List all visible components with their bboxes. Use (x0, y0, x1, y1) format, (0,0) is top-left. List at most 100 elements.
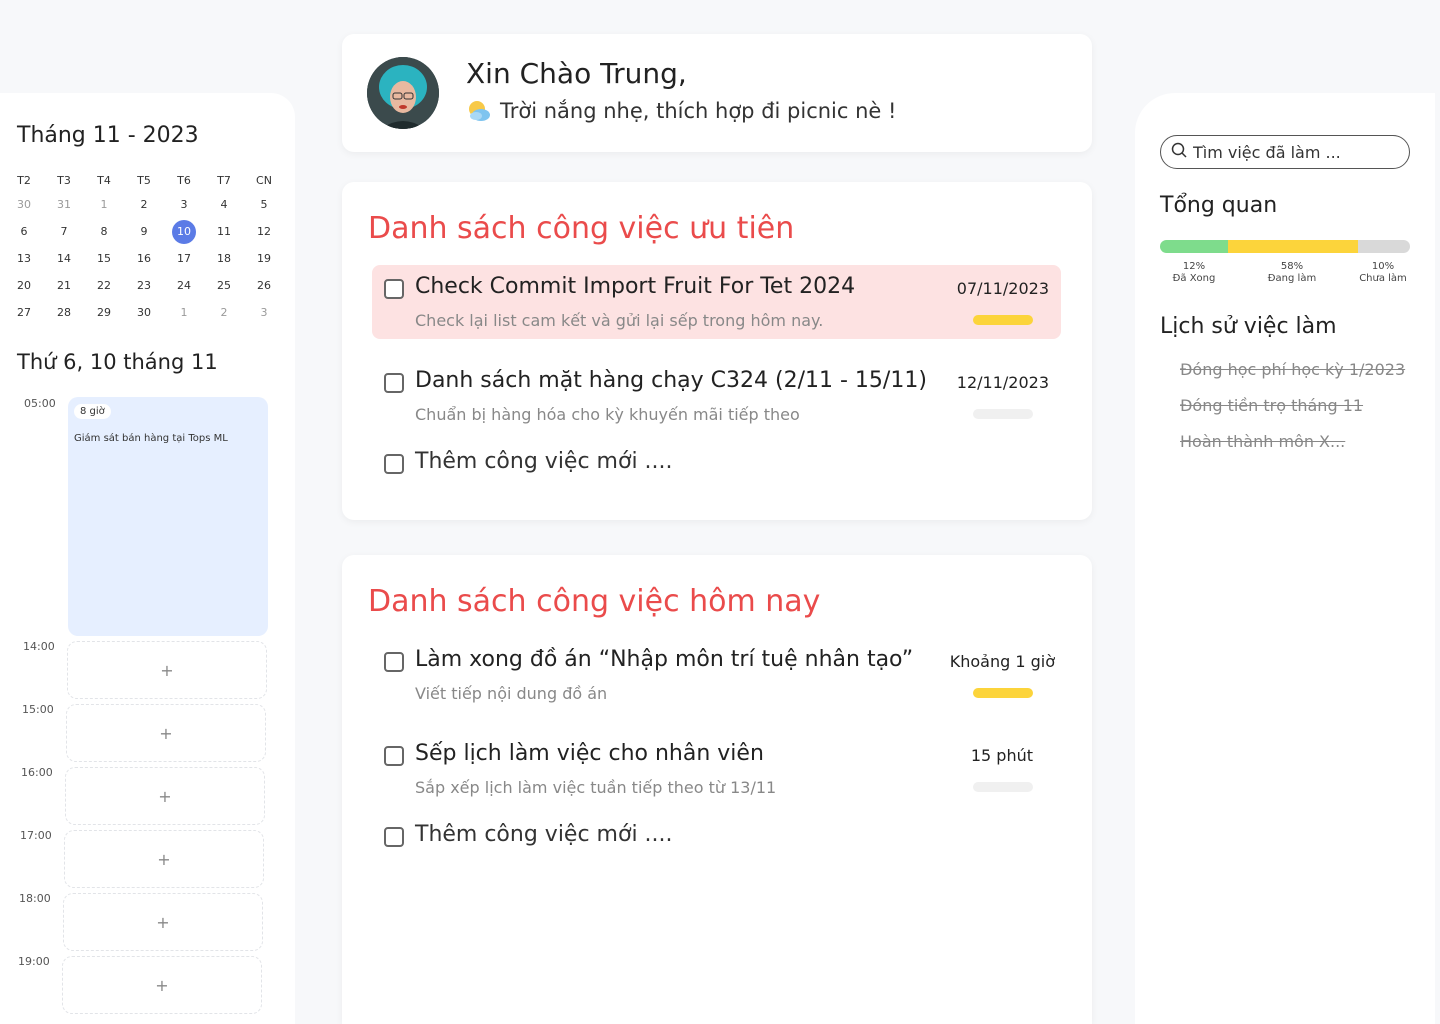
add-slot-button[interactable]: + (62, 956, 262, 1014)
time-label: 18:00 (19, 892, 51, 905)
calendar-panel: Tháng 11 - 2023 T2 T3 T4 T5 T6 T7 CN 30 31 1 2 3 4 5… (0, 93, 295, 1024)
history-item[interactable]: Hoàn thành môn X... (1180, 432, 1345, 451)
task-item[interactable]: Check Commit Import Fruit For Tet 2024 C… (372, 265, 1061, 339)
calendar-day[interactable]: 23 (124, 272, 164, 299)
calendar-day[interactable]: 7 (44, 218, 84, 245)
schedule-day-title: Thứ 6, 10 tháng 11 (17, 350, 218, 374)
calendar-day[interactable]: 5 (244, 191, 284, 218)
greeting-title: Xin Chào Trung, (466, 57, 687, 90)
task-title: Danh sách mặt hàng chạy C324 (2/11 - 15/… (415, 368, 927, 393)
calendar-day[interactable]: 1 (164, 299, 204, 326)
calendar-day[interactable]: 17 (164, 245, 204, 272)
calendar-day[interactable]: 8 (84, 218, 124, 245)
task-title: Sếp lịch làm việc cho nhân viên (415, 741, 764, 766)
weekday-label: T2 (17, 173, 31, 187)
add-slot-button[interactable]: + (66, 704, 266, 762)
calendar-day[interactable]: 1 (84, 191, 124, 218)
calendar-day[interactable]: 2 (204, 299, 244, 326)
overview-progress-bar (1160, 240, 1410, 253)
calendar-day[interactable]: 31 (44, 191, 84, 218)
calendar-day[interactable]: 2 (124, 191, 164, 218)
task-subtitle: Check lại list cam kết và gửi lại sếp tr… (415, 311, 824, 330)
calendar-day[interactable]: 20 (4, 272, 44, 299)
weekday-label: T5 (137, 173, 151, 187)
task-checkbox[interactable] (384, 373, 404, 393)
calendar-day[interactable]: 29 (84, 299, 124, 326)
task-progress-bar (973, 688, 1033, 698)
weather-text: Trời nắng nhẹ, thích hợp đi picnic nè ! (500, 99, 897, 123)
task-subtitle: Sắp xếp lịch làm việc tuần tiếp theo từ … (415, 778, 777, 797)
calendar-day[interactable]: 30 (124, 299, 164, 326)
task-due-date: 07/11/2023 (956, 279, 1049, 298)
calendar-day[interactable]: 12 (244, 218, 284, 245)
calendar-day[interactable]: 9 (124, 218, 164, 245)
overview-title: Tổng quan (1160, 193, 1278, 218)
overview-segment (1160, 240, 1228, 253)
task-item[interactable]: Làm xong đồ án “Nhập môn trí tuệ nhân tạ… (372, 638, 1061, 712)
task-checkbox[interactable] (384, 652, 404, 672)
overview-segment (1357, 240, 1410, 253)
calendar-day[interactable]: 25 (204, 272, 244, 299)
search-input[interactable] (1193, 142, 1393, 162)
add-task-label: Thêm công việc mới .... (415, 449, 673, 474)
add-task-button[interactable]: Thêm công việc mới .... (372, 813, 1061, 857)
time-label: 05:00 (24, 397, 56, 410)
calendar-day[interactable]: 3 (164, 191, 204, 218)
time-label: 17:00 (20, 829, 52, 842)
history-search[interactable] (1160, 135, 1410, 169)
task-progress-bar (973, 409, 1033, 419)
add-task-button[interactable]: Thêm công việc mới .... (372, 440, 1061, 484)
event-title: Giám sát bán hàng tại Tops ML (74, 433, 228, 444)
priority-list-title: Danh sách công việc ưu tiên (368, 211, 795, 246)
today-task-list: Danh sách công việc hôm nay Làm xong đồ … (342, 555, 1092, 1024)
task-checkbox[interactable] (384, 279, 404, 299)
weather-message: Trời nắng nhẹ, thích hợp đi picnic nè ! (466, 98, 896, 124)
calendar-day[interactable]: 26 (244, 272, 284, 299)
calendar-grid: T2 T3 T4 T5 T6 T7 CN 30 31 1 2 3 4 5 6 7 8 9 10 11 12 13 14 15… (4, 169, 284, 326)
task-checkbox[interactable] (384, 827, 404, 847)
calendar-day[interactable]: 13 (4, 245, 44, 272)
history-item[interactable]: Đóng tiền trọ tháng 11 (1180, 396, 1363, 415)
sun-cloud-icon (466, 98, 492, 124)
calendar-day[interactable]: 6 (4, 218, 44, 245)
task-title: Check Commit Import Fruit For Tet 2024 (415, 274, 856, 299)
greeting-card: Xin Chào Trung, Trời nắng nhẹ, thích hợp… (342, 34, 1092, 152)
calendar-day[interactable]: 30 (4, 191, 44, 218)
right-sidebar: Tổng quan 12%Đã Xong 58%Đang làm 10%Chưa… (1135, 93, 1435, 1024)
calendar-day[interactable]: 22 (84, 272, 124, 299)
weekday-label: T4 (97, 173, 111, 187)
task-checkbox[interactable] (384, 746, 404, 766)
calendar-day[interactable]: 19 (244, 245, 284, 272)
calendar-day-today[interactable]: 10 (164, 218, 204, 245)
avatar[interactable] (367, 57, 439, 129)
task-progress-bar (973, 782, 1033, 792)
calendar-day[interactable]: 11 (204, 218, 244, 245)
task-progress-bar (973, 315, 1033, 325)
task-subtitle: Viết tiếp nội dung đồ án (415, 684, 608, 703)
calendar-day[interactable]: 16 (124, 245, 164, 272)
calendar-day[interactable]: 15 (84, 245, 124, 272)
task-checkbox[interactable] (384, 454, 404, 474)
calendar-day[interactable]: 3 (244, 299, 284, 326)
calendar-day[interactable]: 27 (4, 299, 44, 326)
calendar-month-title: Tháng 11 - 2023 (17, 123, 199, 148)
add-slot-button[interactable]: + (67, 641, 267, 699)
calendar-day[interactable]: 24 (164, 272, 204, 299)
add-slot-button[interactable]: + (63, 893, 263, 951)
event-duration-badge: 8 giờ (74, 404, 111, 419)
calendar-day[interactable]: 28 (44, 299, 84, 326)
history-item[interactable]: Đóng học phí học kỳ 1/2023 (1180, 360, 1405, 379)
task-item[interactable]: Sếp lịch làm việc cho nhân viên Sắp xếp … (372, 732, 1061, 806)
schedule-event[interactable]: 8 giờ Giám sát bán hàng tại Tops ML (68, 397, 268, 636)
time-label: 15:00 (22, 703, 54, 716)
search-icon (1171, 142, 1187, 162)
task-item[interactable]: Danh sách mặt hàng chạy C324 (2/11 - 15/… (372, 359, 1061, 433)
calendar-day[interactable]: 14 (44, 245, 84, 272)
calendar-day[interactable]: 21 (44, 272, 84, 299)
add-slot-button[interactable]: + (65, 767, 265, 825)
task-subtitle: Chuẩn bị hàng hóa cho kỳ khuyến mãi tiếp… (415, 405, 800, 424)
add-slot-button[interactable]: + (64, 830, 264, 888)
time-label: 16:00 (21, 766, 53, 779)
calendar-day[interactable]: 18 (204, 245, 244, 272)
calendar-day[interactable]: 4 (204, 191, 244, 218)
